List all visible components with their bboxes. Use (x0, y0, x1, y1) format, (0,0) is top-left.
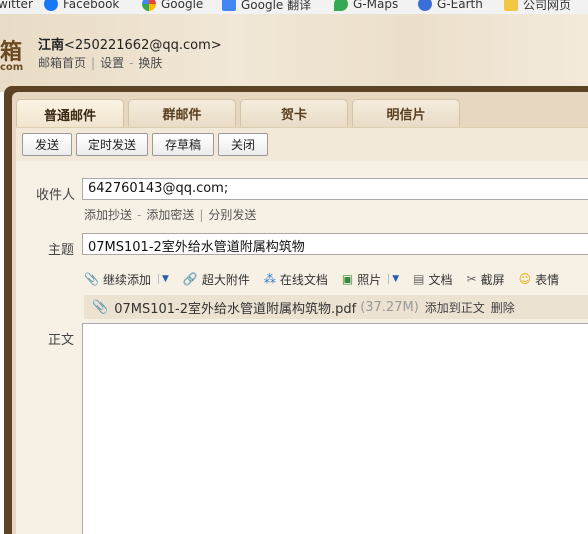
bookmark-label: Google 翻译 (241, 0, 312, 12)
online-doc-icon: ⁂ (263, 272, 276, 286)
add-attachment-button[interactable]: 📎 继续添加 ▼ (84, 271, 169, 288)
add-to-body-link[interactable]: 添加到正文 (425, 299, 485, 316)
emoji-button[interactable]: ☺ 表情 (519, 271, 560, 288)
screenshot-label: 截屏 (480, 272, 505, 287)
earth-icon (418, 0, 432, 11)
bookmark-company[interactable]: 公司网页 (504, 0, 571, 12)
message-body-editor[interactable] (82, 323, 588, 534)
facebook-icon (44, 0, 58, 11)
send-button[interactable]: 发送 (22, 133, 72, 156)
delete-attachment-link[interactable]: 删除 (491, 299, 515, 316)
tab-group-mail[interactable]: 群邮件 (128, 99, 236, 127)
chevron-down-icon[interactable]: ▼ (157, 274, 169, 284)
mailbox-home-link[interactable]: 邮箱首页 (38, 56, 86, 70)
folder-icon (504, 0, 518, 11)
photo-button[interactable]: ▣ 照片 ▼ (342, 271, 399, 288)
attachment-filename: 07MS101-2室外给水管道附属构筑物.pdf (114, 301, 357, 317)
attachment-item: 📎 07MS101-2室外给水管道附属构筑物.pdf (37.27M) 添加到正… (84, 295, 588, 319)
online-doc-button[interactable]: ⁂ 在线文档 (264, 271, 328, 288)
attachment-toolbar: 📎 继续添加 ▼ 🔗 超大附件 ⁂ 在线文档 ▣ 照片 ▼ ▤ 文档 ✂ 截屏 … (84, 270, 573, 288)
photo-label: 照片 (357, 272, 382, 287)
header-links: 邮箱首页 | 设置 - 换肤 (38, 56, 163, 70)
recipient-label: 收件人 (36, 188, 76, 203)
bookmark-label: G-Maps (353, 0, 399, 11)
online-doc-label: 在线文档 (279, 272, 328, 287)
subject-input[interactable]: 07MS101-2室外给水管道附属构筑物 (82, 233, 588, 255)
emoji-icon: ☺ (518, 272, 532, 286)
bookmarks-bar: witter Facebook Google Google 翻译 G-Maps … (0, 0, 588, 14)
bookmark-google[interactable]: Google (142, 0, 203, 12)
bookmark-twitter[interactable]: witter (0, 0, 33, 12)
screenshot-button[interactable]: ✂ 截屏 (467, 271, 505, 288)
bookmark-facebook[interactable]: Facebook (44, 0, 119, 12)
body-label: 正文 (48, 333, 75, 348)
recipient-input[interactable]: 642760143@qq.com; (82, 178, 588, 200)
chevron-down-icon[interactable]: ▼ (388, 274, 399, 284)
document-button[interactable]: ▤ 文档 (413, 271, 452, 288)
close-button[interactable]: 关闭 (218, 133, 268, 156)
document-label: 文档 (428, 272, 453, 287)
document-icon: ▤ (413, 272, 425, 286)
change-skin-link[interactable]: 换肤 (138, 56, 162, 70)
bookmark-gearth[interactable]: G-Earth (418, 0, 483, 12)
bookmark-label: G-Earth (437, 0, 483, 11)
user-email: <250221662@qq.com> (64, 38, 222, 53)
add-attachment-label: 继续添加 (102, 272, 151, 287)
bookmark-google-translate[interactable]: Google 翻译 (222, 0, 311, 12)
paperclip-icon: 📎 (92, 299, 109, 315)
add-cc-link[interactable]: 添加抄送 (84, 208, 132, 222)
attachment-size: (37.27M) (360, 299, 419, 315)
tab-greeting-card[interactable]: 贺卡 (240, 99, 348, 127)
user-identity: 江南<250221662@qq.com> (38, 34, 222, 53)
big-attachment-button[interactable]: 🔗 超大附件 (183, 271, 250, 288)
bookmark-label: 公司网页 (523, 0, 572, 12)
bookmark-gmaps[interactable]: G-Maps (334, 0, 398, 12)
add-bcc-link[interactable]: 添加密送 (146, 208, 194, 222)
settings-link[interactable]: 设置 (100, 56, 124, 70)
logo-suffix: com (0, 62, 24, 73)
bookmark-label: Facebook (63, 0, 120, 11)
scheduled-send-button[interactable]: 定时发送 (76, 133, 148, 156)
google-translate-icon (222, 0, 236, 11)
recipient-options: 添加抄送 - 添加密送 | 分别发送 (84, 208, 257, 222)
google-icon (142, 0, 156, 11)
mail-header: 箱 com 江南<250221662@qq.com> 邮箱首页 | 设置 - 换肤 (0, 14, 588, 92)
bookmark-label: Google (161, 0, 204, 11)
paperclip-icon: 📎 (84, 272, 99, 286)
tab-postcard[interactable]: 明信片 (352, 99, 460, 127)
screenshot-icon: ✂ (466, 272, 477, 286)
compose-toolbar: 发送 定时发送 存草稿 关闭 (16, 127, 588, 161)
bookmark-label: witter (0, 0, 33, 11)
subject-label: 主题 (48, 243, 75, 258)
send-separately-link[interactable]: 分别发送 (208, 208, 256, 222)
save-draft-button[interactable]: 存草稿 (152, 133, 214, 156)
big-attachment-label: 超大附件 (201, 272, 250, 287)
photo-icon: ▣ (341, 272, 354, 286)
tab-normal-mail[interactable]: 普通邮件 (16, 99, 124, 128)
big-attachment-icon: 🔗 (182, 272, 198, 286)
maps-pin-icon (334, 0, 348, 11)
emoji-label: 表情 (535, 272, 560, 287)
user-name: 江南 (38, 38, 65, 53)
